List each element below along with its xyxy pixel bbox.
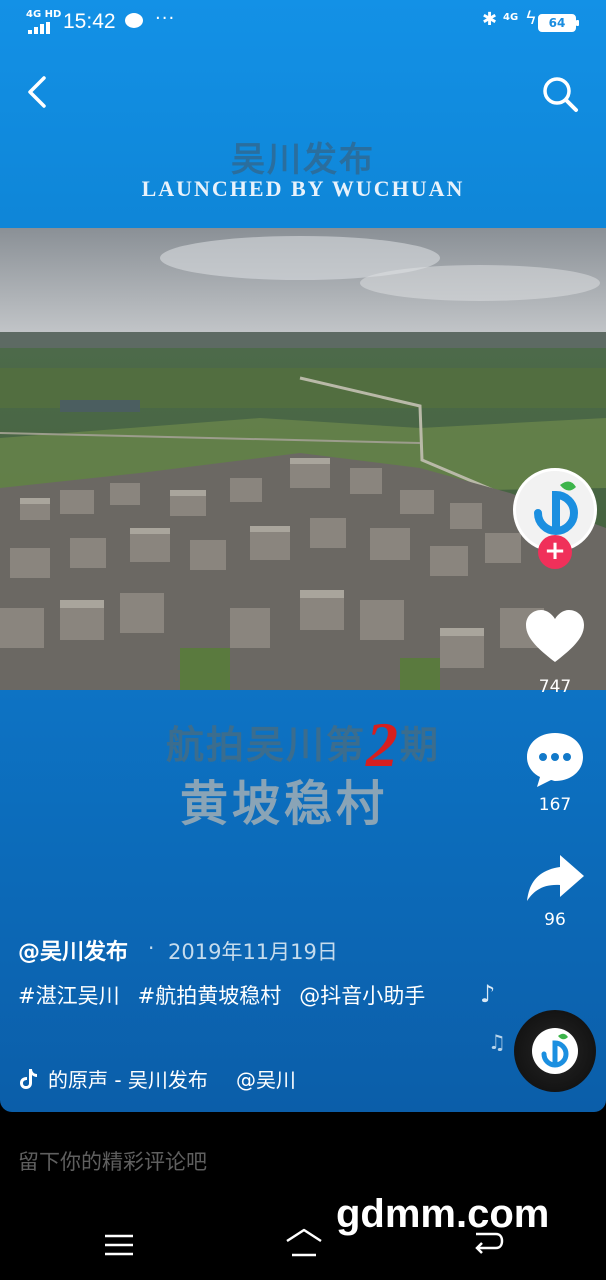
system-back-button[interactable] [472, 1230, 504, 1258]
music-disc-button[interactable] [514, 1010, 596, 1092]
home-button[interactable] [284, 1228, 324, 1258]
episode-title-prefix: 航拍吴川第 [165, 725, 366, 767]
music-note-icon: ♫ [488, 1030, 506, 1054]
video-frame[interactable] [0, 228, 606, 690]
like-count: 747 [538, 677, 572, 697]
hashtag-link[interactable]: #湛江吴川 [18, 984, 120, 1008]
mention-link[interactable]: @抖音小助手 [299, 984, 425, 1008]
recent-apps-button[interactable] [104, 1234, 134, 1256]
post-description: #湛江吴川 #航拍黄坡稳村 @抖音小助手 [18, 980, 458, 1012]
signal-icon [28, 22, 54, 34]
episode-title-suffix: 期 [400, 725, 441, 767]
search-button[interactable] [538, 72, 582, 116]
tiktok-icon [20, 1068, 37, 1089]
more-notifications-icon: ··· [155, 8, 176, 29]
music-disc-logo [532, 1028, 578, 1074]
battery-indicator: 64 [538, 14, 579, 32]
back-button[interactable] [22, 72, 58, 112]
music-mention: @吴川 [235, 1068, 296, 1092]
back-nav-icon [475, 1232, 504, 1254]
post-date: 2019年11月19日 [168, 940, 338, 964]
separator: · [148, 936, 155, 960]
music-title: 的原声 - 吴川发布 [48, 1068, 208, 1092]
author-name[interactable]: @吴川发布 [18, 934, 128, 966]
charging-icon: ϟ [525, 8, 537, 29]
banner-title: 吴川发布 [231, 142, 375, 179]
share-count: 96 [544, 910, 566, 930]
search-icon [543, 77, 578, 112]
comment-input[interactable]: 留下你的精彩评论吧 [18, 1146, 207, 1176]
network-type-right: 4G [503, 12, 519, 23]
heart-icon [526, 610, 584, 662]
home-icon [286, 1228, 322, 1257]
message-icon [125, 13, 143, 28]
share-button[interactable] [524, 852, 586, 904]
aerial-village-image [0, 228, 606, 690]
back-icon [28, 76, 46, 108]
follow-button[interactable]: + [538, 535, 572, 569]
music-info[interactable]: 的原声 - 吴川发布 @吴川 [18, 1064, 296, 1093]
music-note-icon: ♪ [480, 980, 496, 1008]
comment-icon [527, 733, 583, 787]
watermark: gdmm.com [336, 1192, 550, 1236]
clock: 15:42 [63, 10, 116, 33]
like-button[interactable] [524, 608, 586, 666]
banner-subtitle: LAUNCHED BY WUCHUAN [141, 176, 465, 201]
share-icon [527, 855, 584, 901]
network-type: 4G HD [26, 9, 62, 20]
village-title: 黄坡稳村 [180, 778, 389, 831]
comment-count: 167 [538, 795, 572, 815]
status-bar: 4G HD 15:42 ··· ✱ 4G ϟ 64 [0, 0, 606, 48]
video-card[interactable]: 4G HD 15:42 ··· ✱ 4G ϟ 64 吴川发布 LAUNCHED … [0, 0, 606, 1112]
disc-logo-icon [541, 1033, 569, 1068]
comment-button[interactable] [524, 730, 586, 790]
menu-icon [105, 1234, 133, 1256]
bluetooth-icon: ✱ [482, 9, 498, 30]
hashtag-link[interactable]: #航拍黄坡稳村 [138, 984, 282, 1008]
